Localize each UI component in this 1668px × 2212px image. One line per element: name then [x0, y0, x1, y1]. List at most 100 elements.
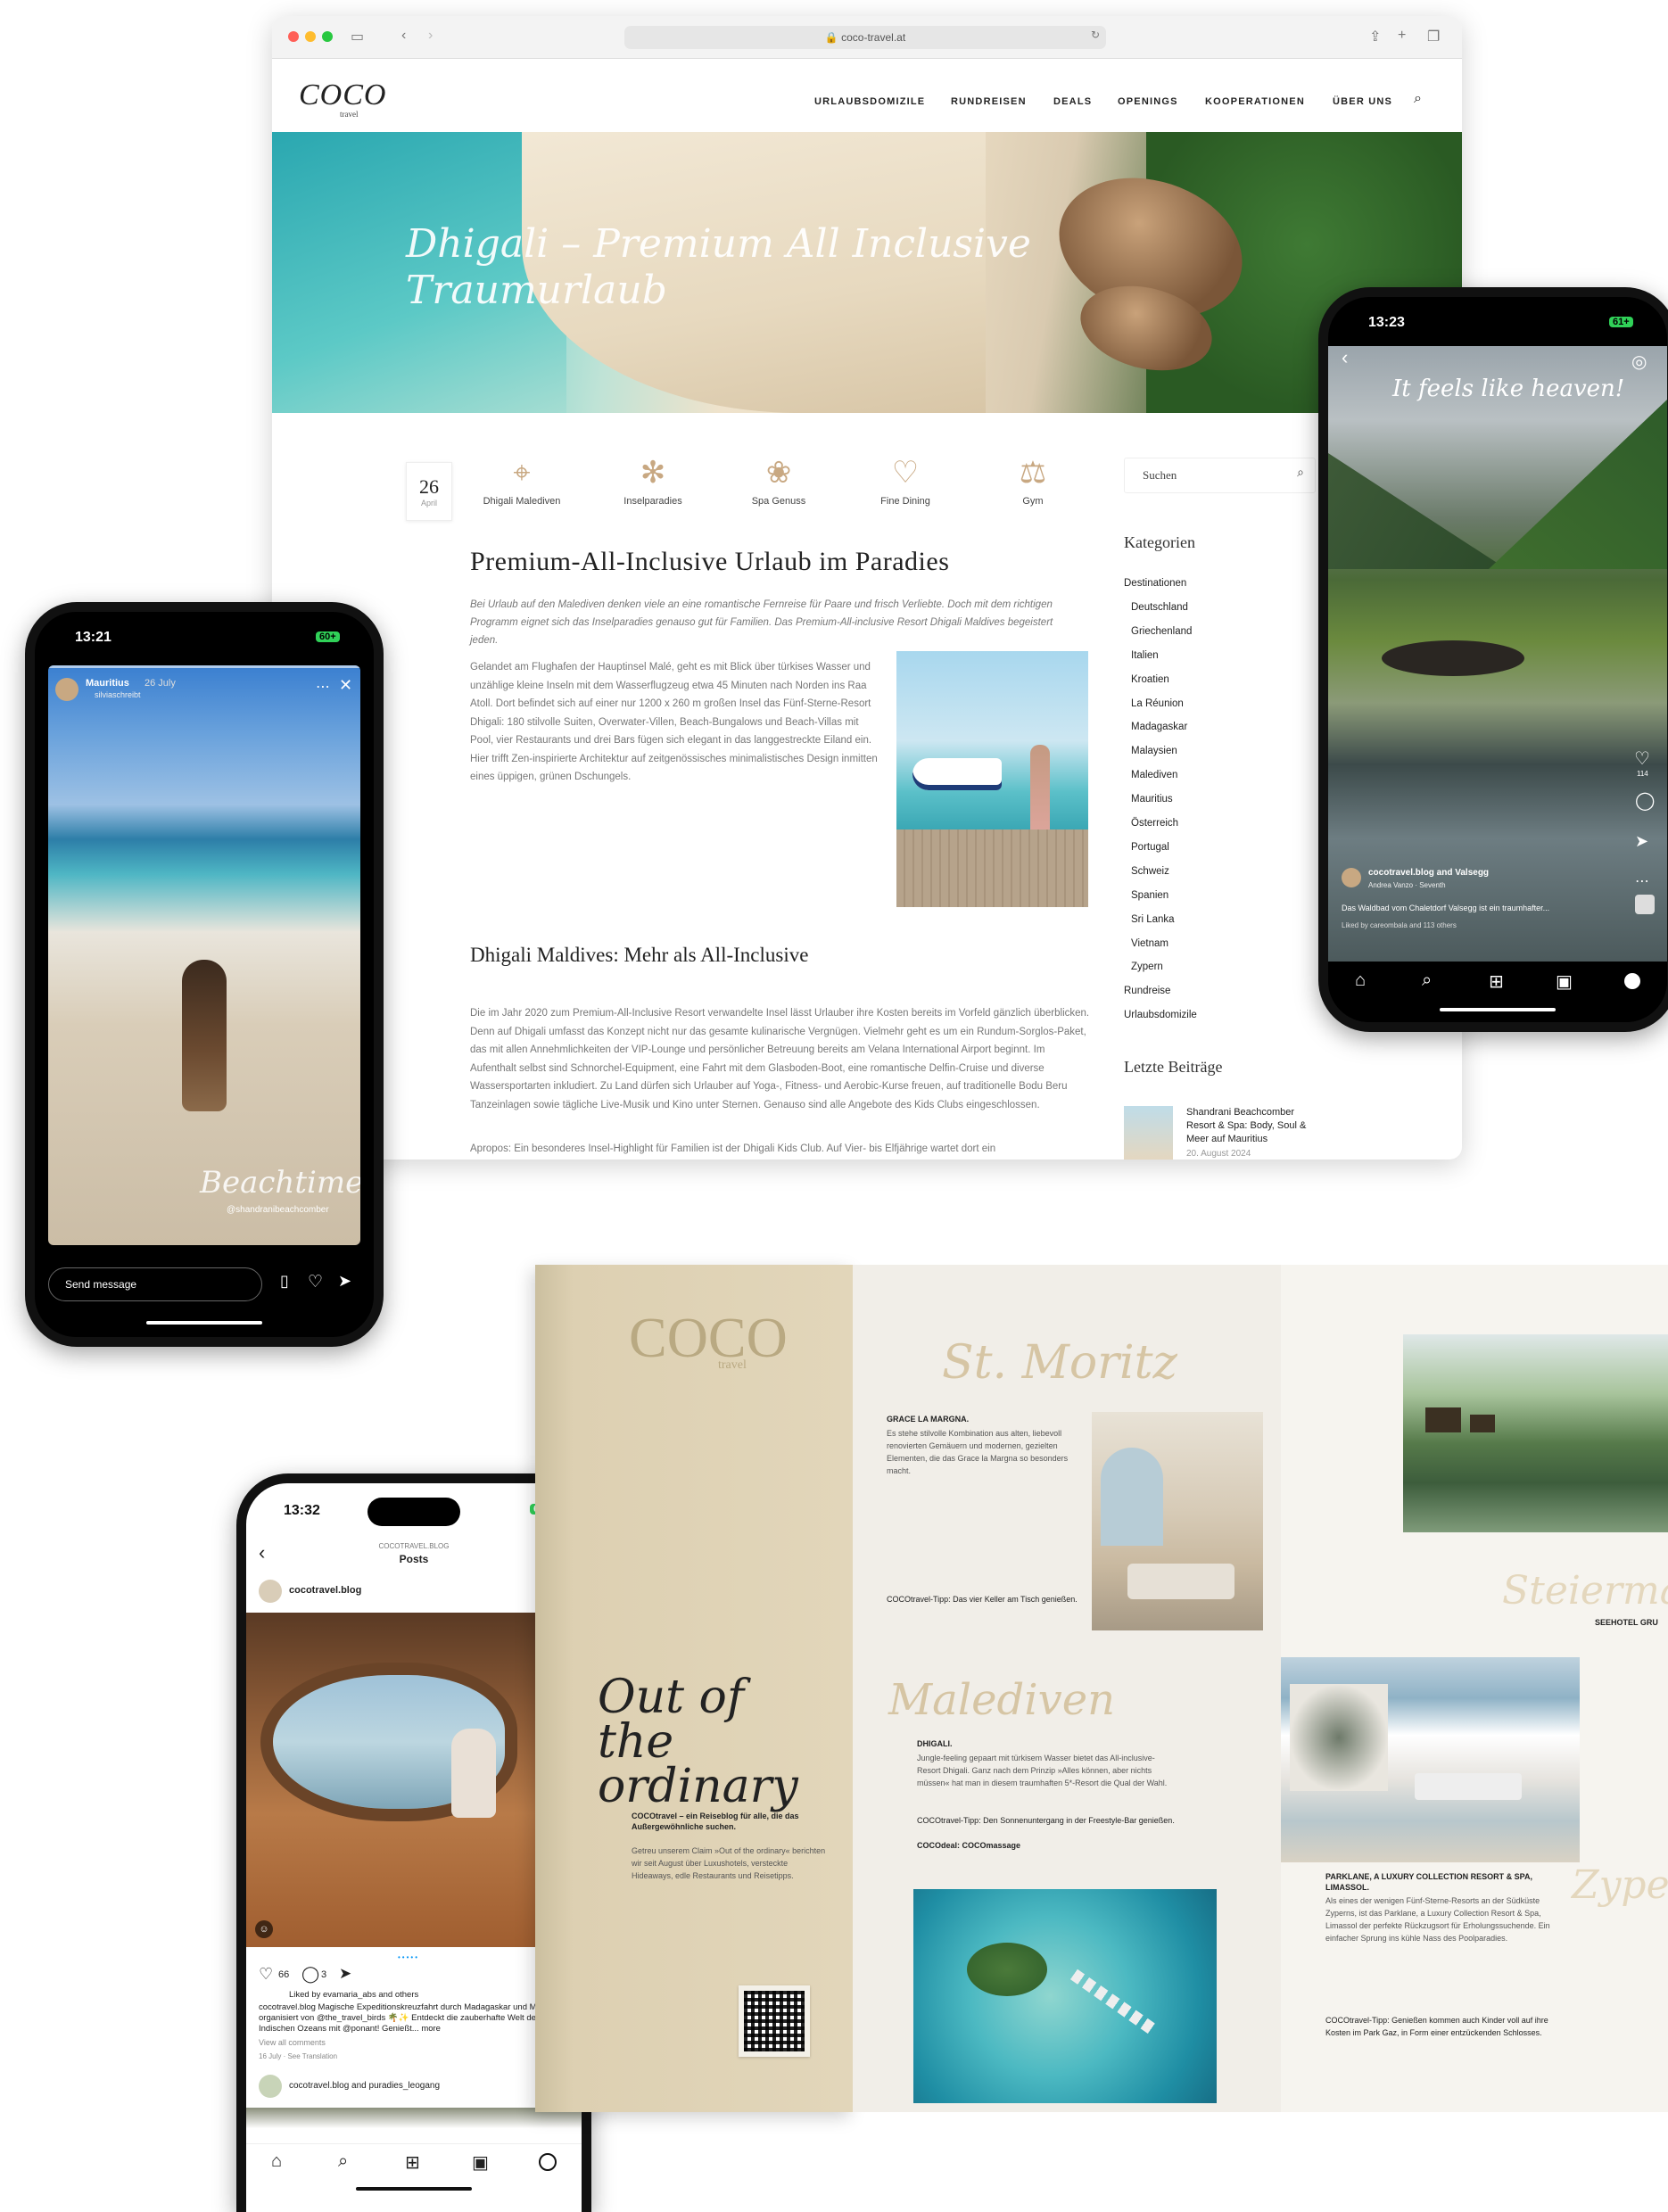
avatar[interactable] — [1342, 868, 1361, 887]
send-icon[interactable]: ➤ — [338, 1272, 351, 1291]
search-icon[interactable]: ⌕ — [338, 2151, 348, 2172]
category-item[interactable]: Sri Lanka — [1131, 914, 1175, 925]
recent-post-title[interactable]: Shandrani Beachcomber Resort & Spa: Body… — [1186, 1106, 1320, 1146]
create-icon[interactable]: ⊞ — [1489, 970, 1504, 993]
search-icon[interactable]: ⌕ — [1422, 970, 1432, 991]
new-tab-icon[interactable]: + — [1398, 28, 1406, 44]
heart-icon[interactable]: ♡ — [259, 1965, 273, 1984]
address-bar[interactable]: 🔒 coco-travel.at — [624, 26, 1106, 49]
share-icon[interactable]: ➤ — [1635, 832, 1648, 851]
more-options-icon[interactable]: ⋯ — [1635, 872, 1649, 890]
tabs-overview-icon[interactable]: ❐ — [1427, 28, 1440, 45]
site-logo-sub: travel — [340, 110, 359, 119]
home-icon[interactable]: ⌂ — [271, 2151, 282, 2172]
category-item[interactable]: Griechenland — [1131, 626, 1192, 637]
reels-icon[interactable]: ▣ — [472, 2151, 489, 2174]
comment-icon[interactable]: ◯ — [1635, 789, 1655, 812]
back-icon[interactable]: ‹ — [401, 28, 406, 44]
avatar[interactable] — [55, 678, 78, 701]
category-item[interactable]: Urlaubsdomizile — [1124, 1010, 1197, 1020]
sidebar-search-input[interactable]: Suchen ⌕ — [1124, 458, 1316, 493]
article-subtitle: Dhigali Maldives: Mehr als All-Inclusive — [470, 944, 809, 966]
reel-audio[interactable]: Andrea Vanzo · Seventh — [1368, 881, 1446, 889]
share-icon[interactable]: ➤ — [339, 1965, 351, 1983]
heart-icon[interactable]: ♡ — [1634, 747, 1650, 770]
status-time: 13:23 — [1368, 315, 1405, 330]
post-image-sauna[interactable]: ☺ — [246, 1613, 582, 1947]
reel-caption[interactable]: Das Waldbad vom Chaletdorf Valsegg ist e… — [1342, 904, 1549, 912]
feature-dhigali: ⌖ Dhigali Malediven — [468, 453, 575, 507]
hero-image: Dhigali – Premium All Inclusive Traumurl… — [272, 132, 1462, 413]
avatar[interactable] — [259, 1580, 282, 1603]
post-date[interactable]: 16 July · See Translation — [259, 2052, 337, 2060]
search-icon[interactable]: ⌕ — [1297, 466, 1304, 481]
back-icon[interactable]: ‹ — [1342, 346, 1348, 369]
maximize-window-button[interactable] — [322, 31, 333, 42]
nav-urlaubsdomizile[interactable]: URLAUBSDOMIZILE — [814, 96, 925, 107]
profile-icon[interactable] — [539, 2153, 557, 2171]
recent-post-thumbnail[interactable] — [1124, 1106, 1173, 1160]
sticker-icon[interactable]: ▯ — [280, 1272, 289, 1291]
qr-code[interactable] — [739, 1985, 810, 2057]
category-item[interactable]: Österreich — [1131, 818, 1178, 829]
feature-label: Dhigali Malediven — [483, 496, 561, 507]
comment-icon[interactable]: ◯ — [301, 1965, 319, 1984]
steiermark-title: Steiermark — [1502, 1568, 1668, 1614]
nav-ueber-uns[interactable]: ÜBER UNS — [1333, 96, 1392, 107]
category-item[interactable]: Malaysien — [1131, 746, 1177, 756]
heart-icon[interactable]: ♡ — [308, 1272, 323, 1292]
send-message-input[interactable]: Send message — [48, 1267, 262, 1301]
story-user[interactable]: Mauritius — [86, 678, 129, 689]
forward-icon[interactable]: › — [428, 28, 433, 44]
site-logo[interactable]: COCO — [299, 78, 386, 112]
tagged-people-icon[interactable]: ☺ — [255, 1920, 273, 1938]
post-date: 26 April — [406, 462, 452, 521]
home-icon[interactable]: ⌂ — [1355, 970, 1366, 991]
view-comments-link[interactable]: View all comments — [259, 2038, 326, 2047]
category-item[interactable]: Mauritius — [1131, 794, 1173, 805]
sidebar-toggle-icon[interactable]: ▭ — [351, 28, 364, 45]
nav-deals[interactable]: DEALS — [1053, 96, 1092, 107]
category-item[interactable]: Deutschland — [1131, 602, 1188, 613]
category-item[interactable]: Italien — [1131, 650, 1159, 661]
search-icon[interactable]: ⌕ — [1414, 91, 1423, 107]
nav-rundreisen[interactable]: RUNDREISEN — [951, 96, 1027, 107]
category-item[interactable]: Malediven — [1131, 770, 1177, 780]
category-item[interactable]: Vietnam — [1131, 938, 1168, 949]
share-icon[interactable]: ⇪ — [1369, 28, 1381, 45]
nav-openings[interactable]: OPENINGS — [1118, 96, 1178, 107]
reel-liked-by[interactable]: Liked by careombala and 113 others — [1342, 921, 1457, 929]
profile-icon[interactable] — [1624, 973, 1640, 989]
feature-spa: ❀ Spa Genuss — [725, 453, 832, 507]
avatar[interactable] — [259, 2075, 282, 2098]
nav-kooperationen[interactable]: KOOPERATIONEN — [1205, 96, 1305, 107]
post-caption[interactable]: cocotravel.blog Magische Expeditionskreu… — [259, 2002, 571, 2035]
category-item[interactable]: Spanien — [1131, 890, 1168, 901]
post-account[interactable]: cocotravel.blog — [289, 1585, 361, 1596]
category-item[interactable]: Rundreise — [1124, 986, 1170, 996]
camera-icon[interactable]: ◎ — [1631, 351, 1647, 373]
category-item[interactable]: Zypern — [1131, 962, 1163, 972]
battery-indicator: 61+ — [1609, 317, 1633, 327]
close-icon[interactable]: ✕ — [339, 676, 352, 695]
liked-by[interactable]: Liked by evamaria_abs and others — [289, 1990, 418, 2000]
category-item[interactable]: La Réunion — [1131, 698, 1184, 709]
story-mention-tag[interactable]: @shandranibeachcomber — [227, 1205, 329, 1215]
reload-icon[interactable]: ↻ — [1091, 29, 1100, 41]
category-item[interactable]: Kroatien — [1131, 674, 1169, 685]
create-icon[interactable]: ⊞ — [405, 2151, 420, 2174]
audio-thumbnail[interactable] — [1635, 895, 1655, 914]
story-sub-user[interactable]: silviaschreibt — [95, 690, 141, 699]
category-item[interactable]: Destinationen — [1124, 578, 1186, 589]
next-post-account[interactable]: cocotravel.blog and puradies_leogang — [289, 2081, 440, 2091]
more-options-icon[interactable]: ⋯ — [316, 678, 330, 696]
close-window-button[interactable] — [288, 31, 299, 42]
category-item[interactable]: Madagaskar — [1131, 722, 1187, 732]
likes-count: 114 — [1637, 770, 1648, 778]
minimize-window-button[interactable] — [305, 31, 316, 42]
reels-icon[interactable]: ▣ — [1556, 970, 1573, 993]
category-item[interactable]: Schweiz — [1131, 866, 1169, 877]
reel-account[interactable]: cocotravel.blog and Valsegg — [1368, 868, 1489, 878]
categories-heading: Kategorien — [1124, 533, 1195, 551]
category-item[interactable]: Portugal — [1131, 842, 1169, 853]
